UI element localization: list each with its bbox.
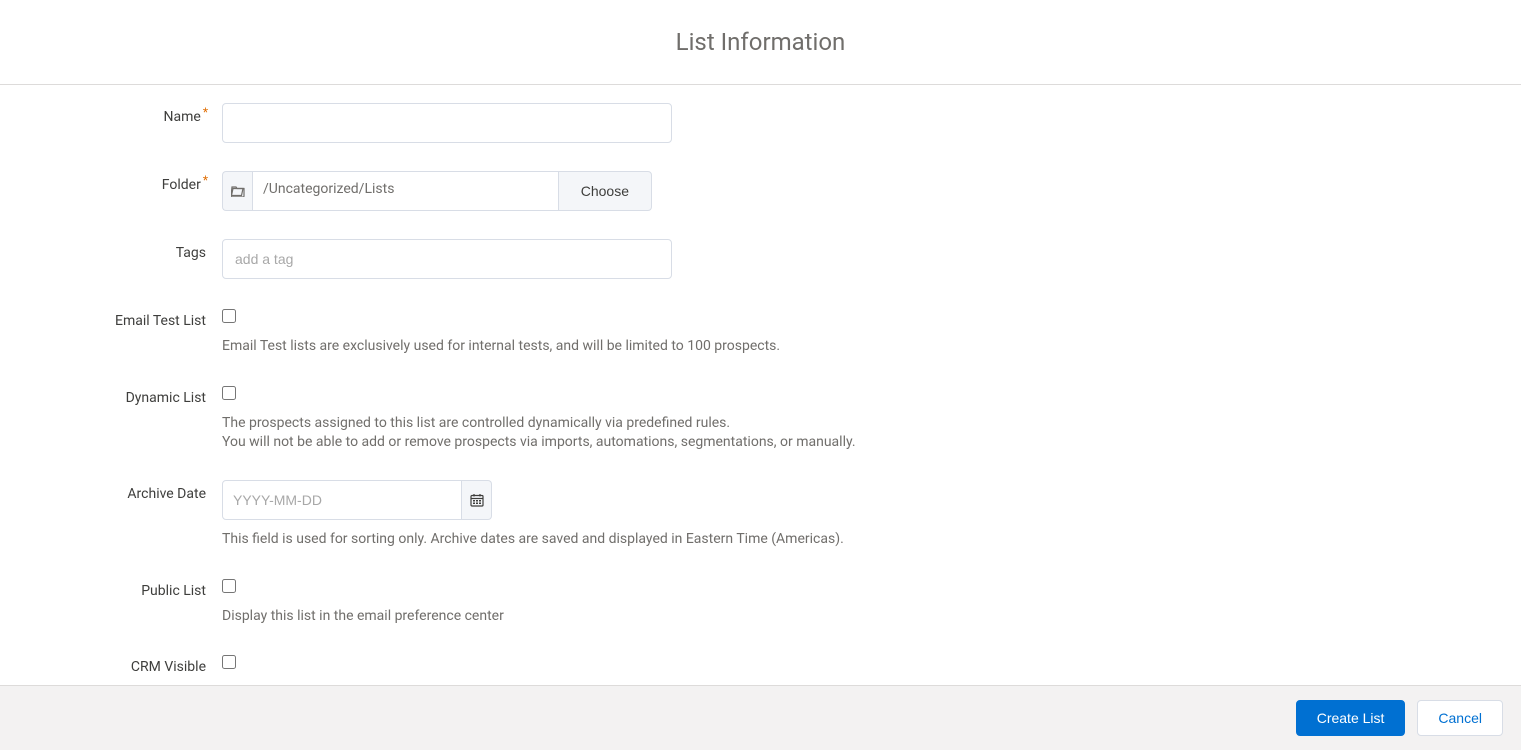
public-list-help: Display this list in the email preferenc…	[222, 607, 1322, 626]
tags-input[interactable]	[222, 239, 672, 279]
row-dynamic-list: Dynamic List The prospects assigned to t…	[30, 384, 1491, 452]
row-folder: Folder /Uncategorized/Lists Choose	[30, 171, 1491, 211]
list-information-form: Name Folder /Uncategorized/L	[0, 85, 1521, 685]
name-input[interactable]	[222, 103, 672, 143]
label-tags: Tags	[176, 245, 206, 261]
form-scroll-area[interactable]: Name Folder /Uncategorized/L	[0, 85, 1521, 685]
cancel-button[interactable]: Cancel	[1417, 700, 1503, 736]
label-public-list: Public List	[141, 583, 206, 599]
footer-bar: Create List Cancel	[0, 685, 1521, 750]
calendar-icon	[470, 493, 484, 507]
row-tags: Tags	[30, 239, 1491, 279]
label-crm-visible: CRM Visible	[131, 659, 206, 675]
row-crm-visible: CRM Visible Allow prospects to be assign…	[30, 653, 1491, 685]
row-name: Name	[30, 103, 1491, 143]
archive-date-help: This field is used for sorting only. Arc…	[222, 530, 1322, 549]
label-email-test: Email Test List	[115, 313, 206, 329]
row-public-list: Public List Display this list in the ema…	[30, 577, 1491, 626]
archive-date-group	[222, 480, 492, 520]
calendar-button[interactable]	[462, 480, 492, 520]
crm-visible-checkbox[interactable]	[222, 655, 236, 669]
dynamic-list-checkbox[interactable]	[222, 386, 236, 400]
choose-folder-button[interactable]: Choose	[558, 171, 652, 211]
folder-path-display: /Uncategorized/Lists	[252, 171, 558, 211]
folder-group: /Uncategorized/Lists Choose	[222, 171, 652, 211]
label-folder: Folder	[162, 177, 206, 193]
email-test-help: Email Test lists are exclusively used fo…	[222, 337, 1322, 356]
page-header: List Information	[0, 0, 1521, 85]
crm-visible-help: Allow prospects to be assigned to this l…	[222, 683, 1322, 685]
public-list-checkbox[interactable]	[222, 579, 236, 593]
create-list-button[interactable]: Create List	[1296, 700, 1406, 736]
label-dynamic-list: Dynamic List	[126, 390, 206, 406]
label-archive-date: Archive Date	[127, 486, 206, 502]
page-title: List Information	[0, 28, 1521, 56]
dynamic-list-help: The prospects assigned to this list are …	[222, 414, 1322, 452]
email-test-checkbox[interactable]	[222, 309, 236, 323]
row-archive-date: Archive Date	[30, 480, 1491, 549]
archive-date-input[interactable]	[222, 480, 462, 520]
row-email-test: Email Test List Email Test lists are exc…	[30, 307, 1491, 356]
folder-icon	[222, 171, 252, 211]
label-name: Name	[164, 109, 206, 125]
